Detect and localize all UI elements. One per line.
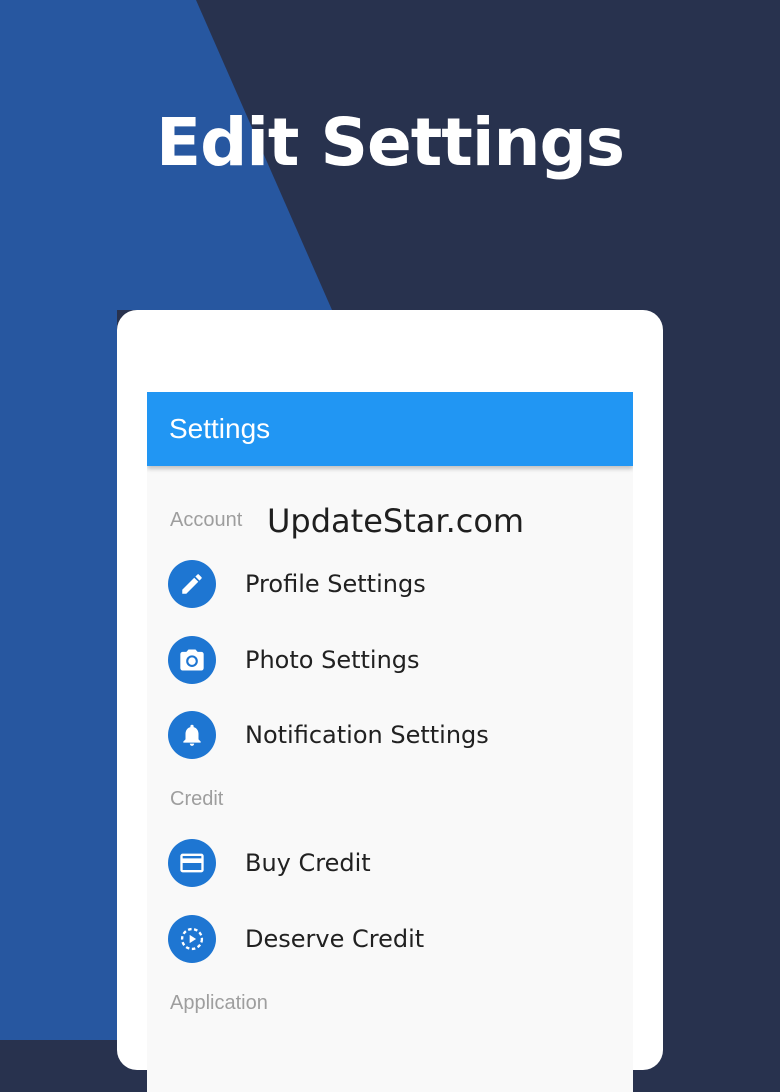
app-bar-title: Settings: [169, 413, 271, 444]
bell-icon: [168, 711, 216, 759]
section-header-credit: Credit: [170, 788, 224, 810]
list-item-buy-credit[interactable]: Buy Credit: [168, 838, 371, 888]
section-header-account: Account: [170, 509, 243, 531]
item-label: Deserve Credit: [245, 925, 425, 953]
background-blue-strip: [0, 310, 117, 1040]
item-label: Profile Settings: [245, 570, 426, 598]
list-item-notification-settings[interactable]: Notification Settings: [168, 710, 489, 760]
pencil-icon: [168, 560, 216, 608]
item-label: Photo Settings: [245, 646, 420, 674]
headline: Edit Settings: [155, 104, 625, 181]
credit-card-icon: [168, 839, 216, 887]
item-label: Buy Credit: [245, 849, 371, 877]
app-bar: Settings: [147, 392, 633, 466]
watermark: UpdateStar.com: [267, 502, 525, 540]
list-item-deserve-credit[interactable]: Deserve Credit: [168, 914, 424, 964]
play-circle-icon: [168, 915, 216, 963]
camera-icon: [168, 636, 216, 684]
item-label: Notification Settings: [245, 721, 489, 749]
list-item-photo-settings[interactable]: Photo Settings: [168, 635, 420, 685]
settings-screen: Settings Account Profile Settings Photo …: [147, 392, 633, 1092]
section-header-application: Application: [170, 992, 268, 1014]
phone-frame: Settings Account Profile Settings Photo …: [117, 310, 663, 1092]
list-item-profile-settings[interactable]: Profile Settings: [168, 559, 426, 609]
